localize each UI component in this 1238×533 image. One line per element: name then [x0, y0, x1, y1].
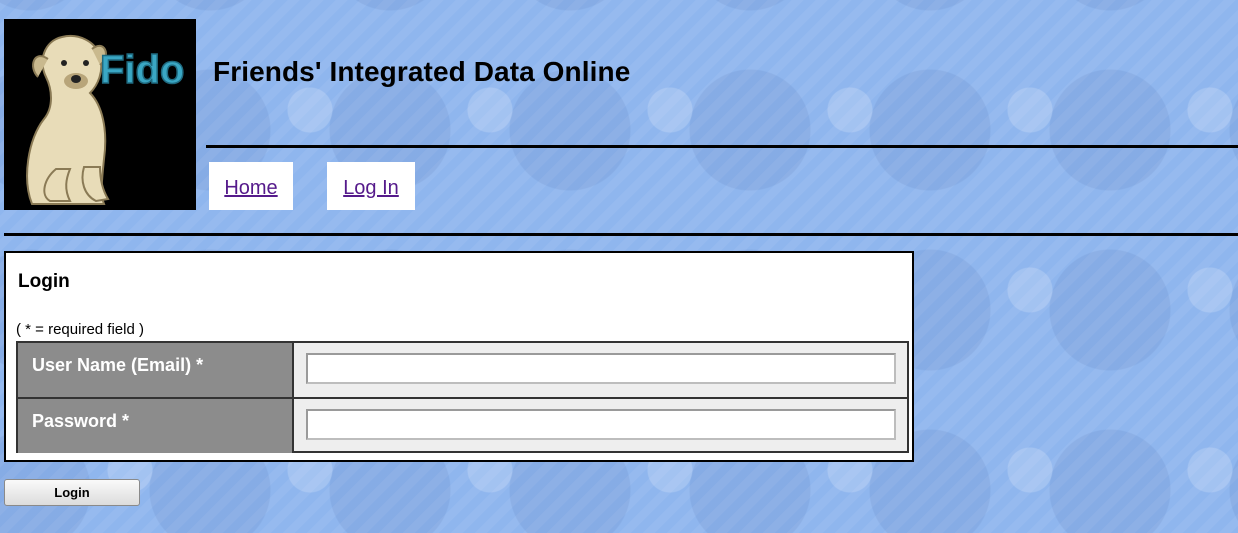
username-cell: [296, 343, 907, 397]
fido-logo: Fido: [4, 19, 196, 210]
password-input[interactable]: [306, 409, 896, 440]
nav-link-home[interactable]: Home: [209, 162, 293, 210]
password-row: Password *: [18, 399, 907, 453]
login-submit-button[interactable]: Login: [4, 479, 140, 506]
dog-illustration: Fido: [4, 19, 196, 210]
nav-link-log-in[interactable]: Log In: [327, 162, 415, 210]
header-divider: [206, 145, 1238, 148]
login-heading: Login: [18, 271, 70, 292]
required-field-note: ( * = required field ): [16, 321, 144, 338]
username-row: User Name (Email) *: [18, 343, 907, 399]
login-form-table: User Name (Email) * Password *: [16, 341, 909, 453]
site-title: Friends' Integrated Data Online: [213, 56, 631, 87]
content-divider: [4, 233, 1238, 236]
password-cell: [296, 399, 907, 453]
login-panel: Login ( * = required field ) User Name (…: [4, 251, 914, 462]
password-label: Password *: [18, 399, 294, 453]
username-input[interactable]: [306, 353, 896, 384]
username-label: User Name (Email) *: [18, 343, 294, 397]
logo-text: Fido: [100, 48, 184, 92]
